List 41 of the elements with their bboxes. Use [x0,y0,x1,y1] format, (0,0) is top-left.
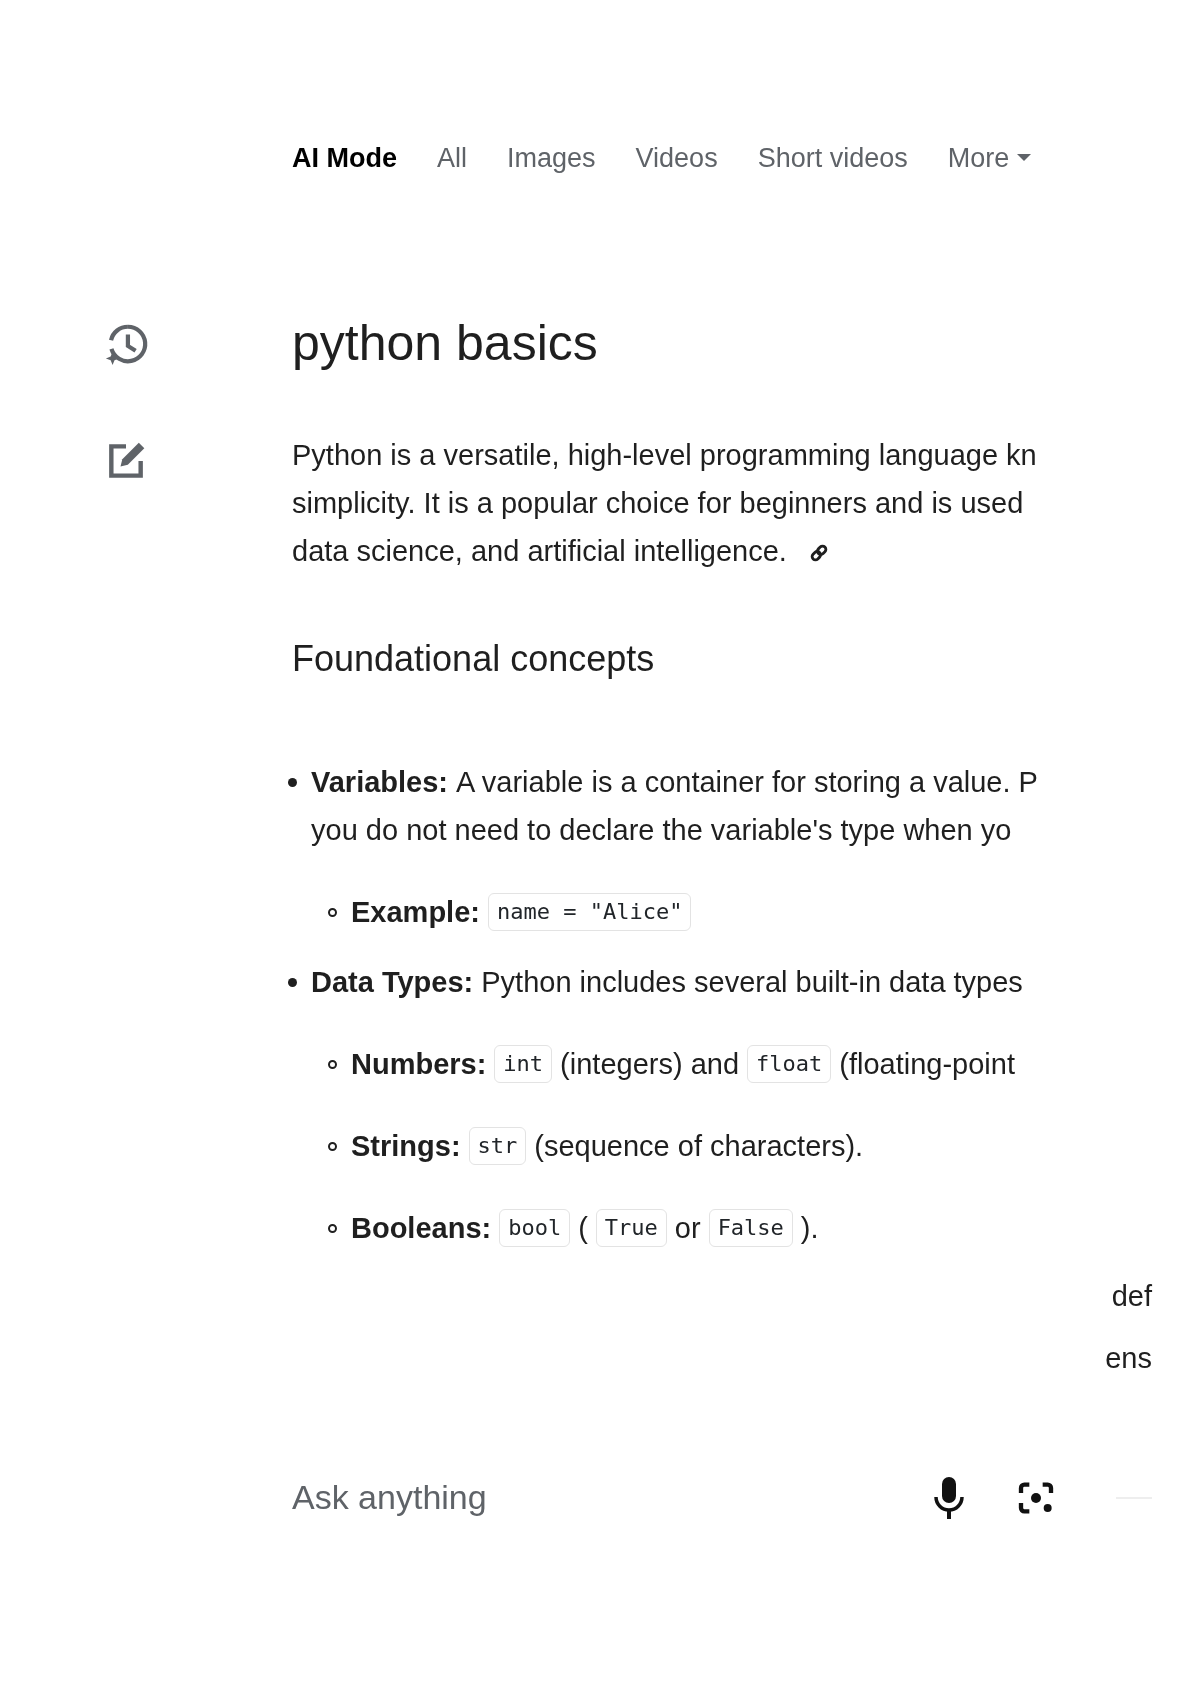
search-tab[interactable]: All [437,137,467,179]
bullet-icon [288,778,297,788]
item-label: Numbers: [351,1047,487,1083]
item-text: ( [578,1211,588,1247]
item-text: or [674,1211,701,1247]
item-text: ). [800,1211,819,1247]
microphone-icon[interactable] [934,1476,964,1519]
section-heading: Foundational concepts [292,637,656,681]
item-text: you do not need to declare the variable's type when yo [311,813,1012,849]
item-label: Variables: [311,765,449,801]
item-label: Booleans: [351,1211,492,1247]
inline-code: True [595,1208,667,1248]
inline-code: name = "Alice" [487,892,692,932]
page-title: python basics [292,316,599,371]
bullet-icon [288,978,297,988]
inline-code: int [494,1044,553,1084]
bullet-icon [328,908,337,918]
bullet-icon [328,1224,337,1234]
inline-code: float [747,1044,832,1084]
item-label: Data Types: [311,965,474,1001]
text-fragment: ens [1104,1341,1152,1377]
item-text: (floating-point [839,1047,1015,1083]
search-tab[interactable]: Short videos [757,137,908,179]
search-tab[interactable]: Images [507,137,596,179]
item-text: A variable is a container for storing a value. P [456,765,1038,801]
inline-code: False [708,1208,793,1248]
item-text: (integers) and [560,1047,740,1083]
item-text: Python includes several built-in data types [481,965,1023,1001]
bullet-icon [328,1060,337,1070]
search-tab[interactable]: AI Mode [292,137,397,179]
search-tab[interactable]: Videos [635,137,718,179]
item-label: Strings: [351,1129,461,1165]
intro-paragraph: Python is a versatile, high-level programming language kn simplicity. It is a popular choice for beginners and is used data science, and artificial intelligence. [292,438,1038,569]
link-icon[interactable] [808,543,829,564]
bullet-icon [328,1142,337,1152]
text-fragment: def [1110,1279,1152,1315]
inline-code: bool [499,1208,571,1248]
inline-code: str [468,1126,527,1166]
search-tab[interactable]: More [947,137,1032,179]
item-text: (sequence of characters). [534,1129,864,1165]
item-label: Example: [351,895,480,931]
